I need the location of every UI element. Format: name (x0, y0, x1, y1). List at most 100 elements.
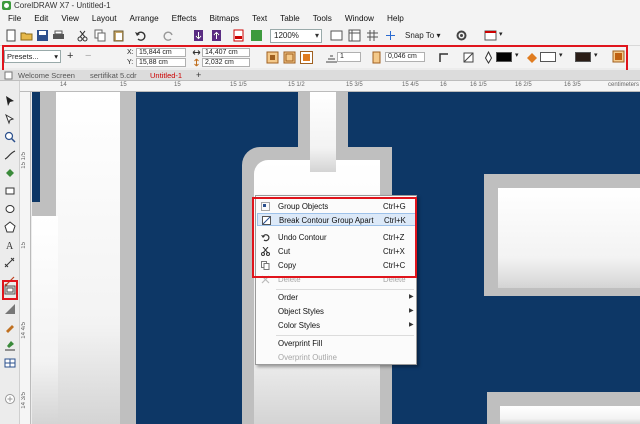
add-tool-icon[interactable] (4, 393, 16, 405)
save-icon[interactable] (36, 29, 49, 42)
smart-fill-tool-icon[interactable] (4, 167, 16, 179)
standard-toolbar: 1200% Snap To ▾ (0, 26, 640, 46)
submenu-arrow-icon: ▶ (409, 294, 414, 300)
polygon-tool-icon[interactable] (4, 221, 16, 233)
app-launcher-icon[interactable] (250, 29, 263, 42)
freehand-tool-icon[interactable] (4, 149, 16, 161)
ruler-v-tick: 14 4/5 (21, 322, 27, 339)
full-screen-icon[interactable] (330, 29, 343, 42)
tab-welcome-screen[interactable]: Welcome Screen (18, 70, 75, 81)
document-tabs-home-icon[interactable] (4, 71, 13, 80)
left-white-shape[interactable] (56, 92, 120, 424)
middle-white-stem[interactable] (310, 92, 336, 172)
menu-item-overprint-fill[interactable]: Overprint Fill (257, 337, 416, 350)
transparency-tool-icon[interactable] (4, 303, 16, 315)
menu-item-label: Color Styles (278, 321, 321, 330)
paste-icon[interactable] (112, 29, 125, 42)
menu-item-order[interactable]: Order ▶ (257, 291, 416, 304)
menu-window[interactable]: Window (345, 14, 374, 23)
ruler-h-tick: 16 2/5 (515, 82, 532, 88)
ruler-v-tick: 14 3/5 (21, 392, 27, 409)
new-tab-icon[interactable]: + (196, 70, 201, 81)
zoom-level-select[interactable]: 1200% (270, 29, 322, 43)
menu-edit[interactable]: Edit (34, 14, 48, 23)
menu-item-label: Overprint Outline (278, 353, 337, 362)
zoom-tool-icon[interactable] (4, 131, 16, 143)
publish-pdf-icon[interactable] (232, 29, 245, 42)
document-tab-bar: Welcome Screen sertifikat 5.cdr Untitled… (0, 70, 640, 81)
menu-item-label: Order (278, 293, 298, 302)
horizontal-ruler[interactable]: 14 15 15 15 1/5 15 1/2 15 3/5 15 4/5 16 … (20, 81, 640, 92)
menu-arrange[interactable]: Arrange (130, 14, 159, 23)
tab-untitled-1[interactable]: Untitled-1 (150, 70, 182, 81)
ellipse-tool-icon[interactable] (4, 203, 16, 215)
ruler-h-tick: 14 (60, 82, 67, 88)
menu-item-label: Overprint Fill (278, 339, 323, 348)
ruler-h-tick: 15 (120, 82, 127, 88)
menu-text[interactable]: Text (252, 14, 267, 23)
rectangle-tool-icon[interactable] (4, 185, 16, 197)
launcher-dropdown-arrow-icon[interactable]: ▾ (499, 30, 503, 38)
ruler-h-tick: 15 1/5 (230, 82, 247, 88)
menu-view[interactable]: View (61, 14, 79, 23)
show-rulers-icon[interactable] (348, 29, 361, 42)
undo-icon[interactable] (134, 29, 147, 42)
menu-item-color-styles[interactable]: Color Styles ▶ (257, 319, 416, 332)
menu-file[interactable]: File (8, 14, 21, 23)
context-menu-highlight-frame (252, 197, 417, 278)
copy-icon[interactable] (94, 29, 107, 42)
right-bottom-white-shape[interactable] (500, 406, 640, 424)
ruler-h-tick: 15 3/5 (346, 82, 363, 88)
print-icon[interactable] (52, 29, 65, 42)
open-folder-icon[interactable] (20, 29, 33, 42)
contour-tool-icon[interactable] (4, 284, 16, 296)
color-eyedropper-tool-icon[interactable] (4, 321, 16, 333)
menu-item-overprint-outline[interactable]: Overprint Outline (257, 351, 416, 364)
window-title: CorelDRAW X7 - Untitled-1 (14, 1, 111, 10)
show-grid-icon[interactable] (366, 29, 379, 42)
left-white-shape-foot[interactable] (32, 216, 58, 424)
parallel-dimension-tool-icon[interactable] (4, 257, 16, 269)
svg-text:A: A (6, 241, 14, 251)
options-gear-icon[interactable] (455, 29, 468, 42)
show-guidelines-icon[interactable] (384, 29, 397, 42)
menu-separator (276, 335, 414, 336)
ruler-v-tick: 15 (21, 242, 27, 249)
menu-item-label: Object Styles (278, 307, 324, 316)
menu-table[interactable]: Table (280, 14, 300, 23)
ruler-units-label: centimeters (608, 82, 640, 88)
menu-bar: File Edit View Layout Arrange Effects Bi… (0, 11, 640, 26)
ruler-h-tick: 15 4/5 (402, 82, 419, 88)
import-icon[interactable] (192, 29, 205, 42)
ruler-h-tick: 15 (174, 82, 181, 88)
menu-effects[interactable]: Effects (172, 14, 197, 23)
title-bar: CorelDRAW X7 - Untitled-1 (0, 0, 640, 11)
pick-tool-icon[interactable] (4, 95, 16, 107)
submenu-arrow-icon: ▶ (409, 322, 414, 328)
redo-icon[interactable] (162, 29, 175, 42)
ruler-h-tick: 16 (440, 82, 447, 88)
menu-layout[interactable]: Layout (92, 14, 117, 23)
vertical-ruler[interactable]: 15 1/5 15 14 4/5 14 3/5 (20, 92, 31, 424)
new-document-icon[interactable] (4, 29, 17, 42)
tab-sertifikat[interactable]: sertifikat 5.cdr (90, 70, 137, 81)
submenu-arrow-icon: ▶ (409, 308, 414, 314)
right-white-shape[interactable] (498, 188, 640, 288)
ruler-h-tick: 16 3/5 (564, 82, 581, 88)
menu-help[interactable]: Help (387, 14, 404, 23)
application-launcher-icon[interactable] (484, 29, 497, 42)
ruler-v-tick: 15 1/5 (21, 152, 27, 169)
menu-separator (276, 289, 414, 290)
cut-icon[interactable] (76, 29, 89, 42)
text-tool-icon[interactable]: A (4, 239, 16, 251)
ruler-h-tick: 16 1/5 (470, 82, 487, 88)
menu-tools[interactable]: Tools (313, 14, 332, 23)
interactive-fill-tool-icon[interactable] (4, 339, 16, 351)
export-icon[interactable] (210, 29, 223, 42)
snap-to-button[interactable]: Snap To (405, 30, 440, 42)
menu-bitmaps[interactable]: Bitmaps (210, 14, 240, 23)
mesh-fill-tool-icon[interactable] (4, 357, 16, 369)
ruler-h-tick: 15 1/2 (288, 82, 305, 88)
shape-tool-icon[interactable] (4, 113, 16, 125)
menu-item-object-styles[interactable]: Object Styles ▶ (257, 305, 416, 318)
